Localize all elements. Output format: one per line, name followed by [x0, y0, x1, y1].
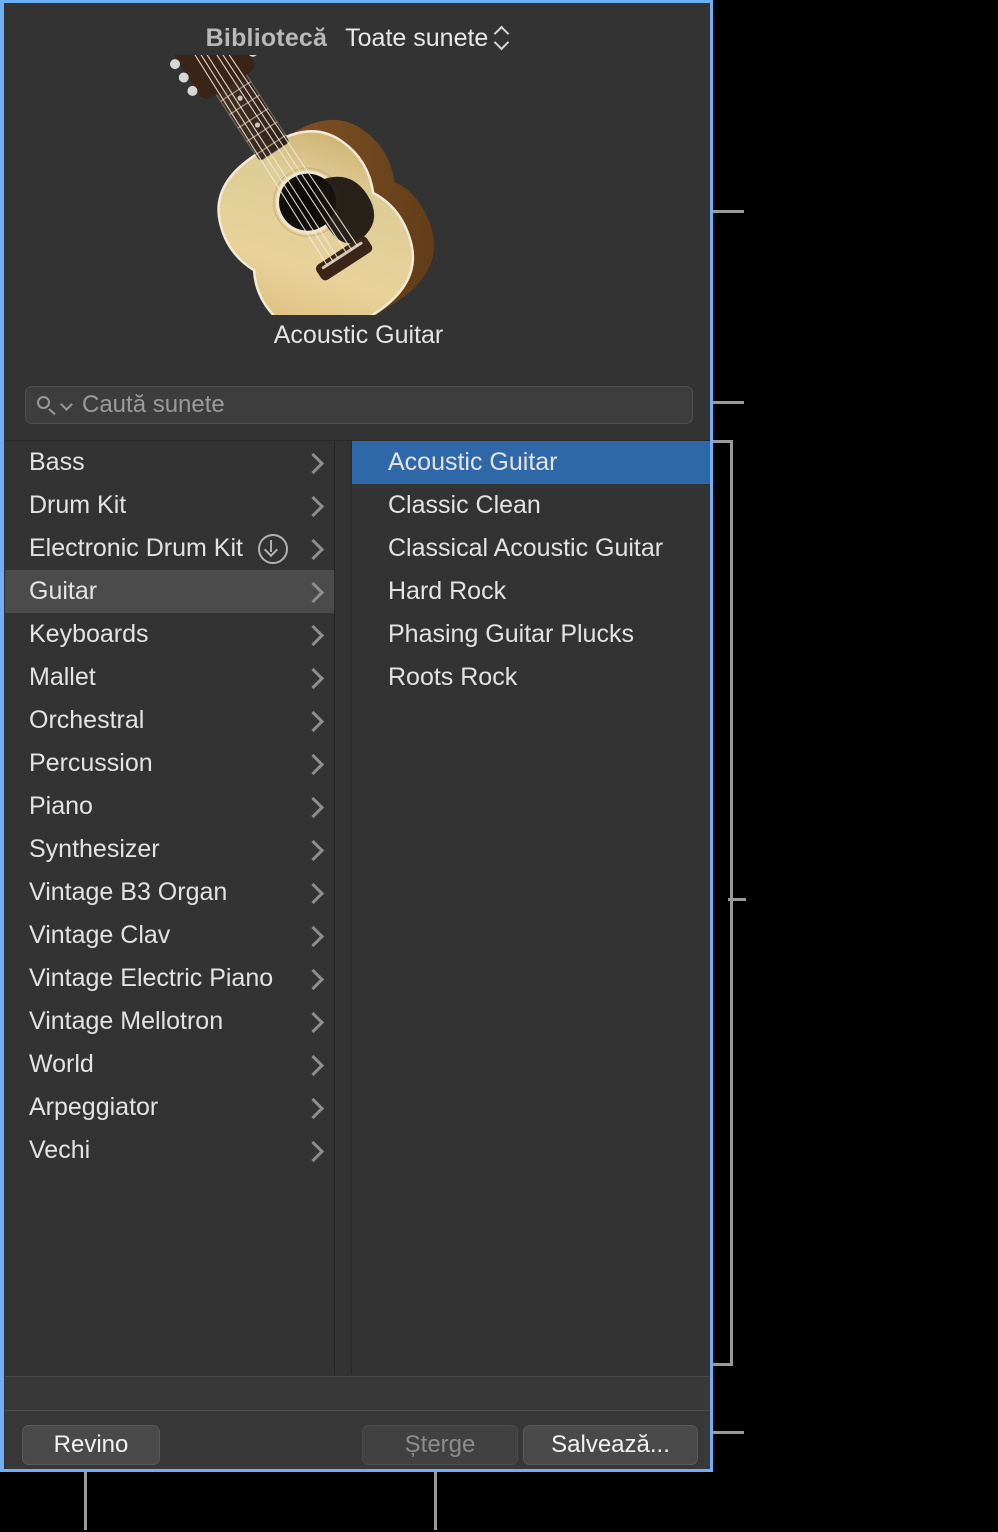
download-circle-icon[interactable]: [258, 533, 288, 564]
patch-row[interactable]: Classical Acoustic Guitar: [352, 527, 710, 570]
search-icon: [36, 394, 58, 416]
chevron-right-icon: [306, 580, 320, 604]
sound-set-label: Toate sunete: [345, 23, 489, 52]
library-footer: Revino Șterge Salvează...: [5, 1376, 710, 1469]
list-divider: [334, 440, 352, 1375]
library-window: Bibliotecă Toate sunete Acoustic Guitar …: [0, 0, 713, 1472]
category-row[interactable]: Bass: [5, 441, 334, 484]
patch-row[interactable]: Hard Rock: [352, 570, 710, 613]
category-row[interactable]: Mallet: [5, 656, 334, 699]
chevron-right-icon: [306, 537, 320, 561]
patch-list[interactable]: Acoustic Guitar Classic Clean Classical Ac…: [352, 440, 710, 1375]
search-field[interactable]: Caută sunete: [25, 386, 693, 424]
footer-divider: [5, 1410, 710, 1411]
category-label: Vechi: [29, 1136, 91, 1164]
category-row[interactable]: Vintage Clav: [5, 914, 334, 957]
category-row[interactable]: Electronic Drum Kit: [5, 527, 334, 570]
search-field-wrapper[interactable]: Caută sunete: [25, 386, 693, 424]
category-label: Vintage Clav: [29, 921, 171, 949]
category-row[interactable]: World: [5, 1043, 334, 1086]
browser-lists: Bass Drum Kit Electronic Drum Kit Guitar Key…: [5, 440, 710, 1375]
chevron-right-icon: [306, 881, 320, 905]
chevron-right-icon: [306, 623, 320, 647]
updown-stepper-icon: [495, 26, 508, 50]
category-label: Electronic Drum Kit: [29, 534, 243, 562]
sound-set-popup[interactable]: Toate sunete: [345, 24, 508, 53]
category-label: Arpeggiator: [29, 1093, 159, 1121]
search-input[interactable]: Caută sunete: [82, 391, 225, 419]
category-row[interactable]: Synthesizer: [5, 828, 334, 871]
chevron-right-icon: [306, 666, 320, 690]
category-label: Vintage Mellotron: [29, 1007, 224, 1035]
revert-button[interactable]: Revino: [22, 1425, 160, 1465]
chevron-right-icon: [306, 451, 320, 475]
chevron-right-icon: [306, 967, 320, 991]
patch-label: Hard Rock: [388, 577, 507, 605]
category-row[interactable]: Arpeggiator: [5, 1086, 334, 1129]
category-label: Vintage Electric Piano: [29, 964, 274, 992]
chevron-right-icon: [306, 924, 320, 948]
save-button[interactable]: Salvează...: [523, 1425, 698, 1465]
patch-label: Phasing Guitar Plucks: [388, 620, 634, 648]
screenshot-root: Bibliotecă Toate sunete Acoustic Guitar …: [0, 0, 998, 1532]
patch-label: Classic Clean: [388, 491, 541, 519]
category-label: Guitar: [29, 577, 98, 605]
patch-label: Roots Rock: [388, 663, 518, 691]
category-row[interactable]: Guitar: [5, 570, 334, 613]
patch-row[interactable]: Classic Clean: [352, 484, 710, 527]
category-row[interactable]: Vintage Mellotron: [5, 1000, 334, 1043]
delete-button[interactable]: Șterge: [362, 1425, 518, 1465]
chevron-right-icon: [306, 709, 320, 733]
category-list[interactable]: Bass Drum Kit Electronic Drum Kit Guitar Key…: [5, 440, 334, 1375]
category-label: Percussion: [29, 749, 153, 777]
chevron-right-icon: [306, 1096, 320, 1120]
chevron-right-icon: [306, 1053, 320, 1077]
acoustic-guitar-image: [4, 18, 710, 339]
category-label: Orchestral: [29, 706, 145, 734]
category-label: Mallet: [29, 663, 96, 691]
category-label: Keyboards: [29, 620, 149, 648]
patch-name: Acoustic Guitar: [273, 321, 444, 349]
chevron-down-icon[interactable]: [62, 400, 72, 410]
category-row[interactable]: Vintage Electric Piano: [5, 957, 334, 1000]
chevron-right-icon: [306, 795, 320, 819]
patch-row[interactable]: Phasing Guitar Plucks: [352, 613, 710, 656]
category-label: Drum Kit: [29, 491, 127, 519]
category-row[interactable]: Vintage B3 Organ: [5, 871, 334, 914]
patch-row[interactable]: Roots Rock: [352, 656, 710, 699]
category-row[interactable]: Piano: [5, 785, 334, 828]
patch-label: Acoustic Guitar: [388, 448, 558, 476]
category-row[interactable]: Drum Kit: [5, 484, 334, 527]
chevron-right-icon: [306, 494, 320, 518]
chevron-right-icon: [306, 1139, 320, 1163]
category-row[interactable]: Orchestral: [5, 699, 334, 742]
patch-row[interactable]: Acoustic Guitar: [352, 441, 710, 484]
chevron-right-icon: [306, 838, 320, 862]
chevron-right-icon: [306, 752, 320, 776]
category-label: Synthesizer: [29, 835, 160, 863]
category-row[interactable]: Keyboards: [5, 613, 334, 656]
category-label: Piano: [29, 792, 93, 820]
category-row[interactable]: Vechi: [5, 1129, 334, 1172]
category-label: Vintage B3 Organ: [29, 878, 228, 906]
category-row[interactable]: Percussion: [5, 742, 334, 785]
patch-label: Classical Acoustic Guitar: [388, 534, 664, 562]
category-label: World: [29, 1050, 94, 1078]
callout-line-lists: [728, 898, 746, 901]
category-label: Bass: [29, 448, 85, 476]
chevron-right-icon: [306, 1010, 320, 1034]
library-title: Bibliotecă: [205, 23, 328, 52]
